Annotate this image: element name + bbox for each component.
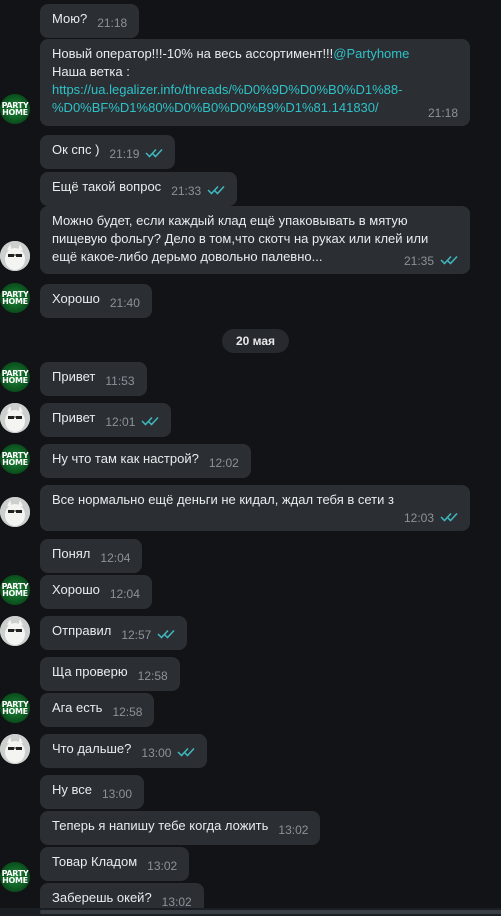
chat-window: Мою? 21:18 PARTY HOME Новый оператор!!!-1… (0, 0, 501, 916)
message-text: Новый оператор!!!-10% на весь ассортимен… (52, 46, 334, 61)
message-bubble[interactable]: Ну что там как настрой? 12:02 (40, 444, 251, 478)
message-text: Ну что там как настрой? (52, 451, 199, 466)
message-text: Все нормально ещё деньги не кидал, ждал … (52, 492, 394, 507)
message-time: 12:04 (100, 551, 131, 565)
message-bubble[interactable]: Новый оператор!!!-10% на весь ассортимен… (40, 39, 470, 126)
avatar-cat[interactable] (0, 241, 30, 271)
scrollbar-thumb[interactable] (40, 910, 501, 914)
message-text: Теперь я напишу тебе когда ложить (52, 818, 269, 833)
message-bubble[interactable]: Все нормально ещё деньги не кидал, ждал … (40, 485, 470, 531)
message-text: Понял (52, 546, 91, 561)
read-check-icon (177, 747, 195, 757)
message-bubble[interactable]: Хорошо 21:40 (40, 284, 152, 318)
message-time: 21:33 (171, 184, 202, 198)
message-time: 12:01 (105, 415, 136, 429)
message-text: Ещё такой вопрос (52, 179, 162, 194)
date-separator: 20 мая (222, 329, 289, 353)
message-text: Привет (52, 369, 96, 384)
message-bubble[interactable]: Отправил 12:57 (40, 616, 188, 650)
message-time: 13:02 (147, 859, 178, 873)
read-check-icon (157, 629, 175, 639)
message-text: Хорошо (52, 291, 100, 306)
message-bubble[interactable]: Хорошо 12:04 (40, 575, 152, 609)
avatar-partyhome[interactable]: PARTY HOME (0, 693, 30, 723)
cat-icon (0, 616, 30, 646)
message-time: 11:53 (105, 374, 135, 388)
avatar-logo-text: HOME (2, 376, 28, 385)
message-time: 13:00 (141, 746, 172, 760)
message-bubble[interactable]: Привет 11:53 (40, 362, 147, 396)
avatar-partyhome[interactable]: PARTY HOME (0, 362, 30, 392)
avatar-partyhome[interactable]: PARTY HOME (0, 94, 30, 124)
message-text: Хорошо (52, 582, 100, 597)
message-time: 21:18 (427, 106, 458, 120)
message-time: 12:03 (403, 511, 434, 525)
avatar-logo-text: HOME (2, 108, 28, 117)
avatar-cat[interactable] (0, 734, 30, 764)
message-time: 12:04 (109, 587, 140, 601)
cat-icon (0, 497, 30, 527)
message-bubble[interactable]: Ну все 13:00 (40, 775, 145, 809)
message-bubble[interactable]: Ща проверю 12:58 (40, 657, 180, 691)
avatar-partyhome[interactable]: PARTY HOME (0, 283, 30, 313)
message-bubble[interactable]: Ещё такой вопрос 21:33 (40, 172, 238, 206)
avatar-logo-text: HOME (2, 458, 28, 467)
avatar-cat[interactable] (0, 616, 30, 646)
avatar-logo-text: HOME (2, 707, 28, 716)
avatar-logo-text: HOME (2, 297, 28, 306)
message-bubble[interactable]: Товар Кладом 13:02 (40, 847, 190, 881)
read-check-icon (145, 148, 163, 158)
message-time: 12:57 (121, 628, 152, 642)
avatar-cat[interactable] (0, 497, 30, 527)
message-text: пищевую фольгу? Дело в том,что скотч на … (52, 231, 429, 246)
message-bubble[interactable]: Ага есть 12:58 (40, 693, 155, 727)
message-text: Отправил (52, 623, 112, 638)
message-time: 21:40 (109, 296, 140, 310)
read-check-icon (207, 185, 225, 195)
read-check-icon (141, 416, 159, 426)
message-time: 21:18 (97, 16, 128, 30)
message-text: Заберешь окей? (52, 890, 152, 905)
message-text: Товар Кладом (52, 854, 138, 869)
message-time: 12:58 (112, 705, 143, 719)
message-text: Ну все (52, 782, 92, 797)
message-text: Что дальше? (52, 741, 132, 756)
avatar-logo-text: HOME (2, 589, 28, 598)
message-bubble[interactable]: Мою? 21:18 (40, 4, 140, 38)
message-text: Ща проверю (52, 664, 128, 679)
avatar-partyhome[interactable]: PARTY HOME (0, 444, 30, 474)
message-time: 21:19 (109, 147, 140, 161)
message-time: 13:00 (102, 787, 133, 801)
message-time: 12:02 (208, 456, 239, 470)
message-bubble[interactable]: Можно будет, если каждый клад ещё упаков… (40, 206, 470, 274)
message-text: Наша ветка : (52, 64, 130, 79)
message-time: 13:02 (278, 823, 309, 837)
cat-icon (0, 734, 30, 764)
cat-icon (0, 241, 30, 271)
message-text: Мою? (52, 11, 88, 26)
thread-link[interactable]: %D0%BF%D1%80%D0%B0%D0%B9%D1%81.141830/ (52, 99, 458, 117)
message-text: ещё какое-либо дерьмо довольно палевно..… (52, 249, 323, 264)
read-check-icon (440, 512, 458, 522)
message-time: 12:58 (137, 669, 168, 683)
avatar-partyhome[interactable]: PARTY HOME (0, 575, 30, 605)
message-time: 21:35 (403, 254, 434, 268)
message-bubble[interactable]: Понял 12:04 (40, 539, 143, 573)
message-text: Привет (52, 410, 96, 425)
mention-link[interactable]: @Partyhome (333, 46, 409, 61)
avatar-cat[interactable] (0, 403, 30, 433)
message-text: Ага есть (52, 700, 103, 715)
avatar-partyhome[interactable]: PARTY HOME (0, 862, 30, 892)
avatar-logo-text: HOME (2, 876, 28, 885)
message-text: Можно будет, если каждый клад ещё упаков… (52, 213, 408, 228)
thread-link[interactable]: https://ua.legalizer.info/threads/%D0%9D… (52, 81, 458, 99)
read-check-icon (440, 255, 458, 265)
message-bubble[interactable]: Ок спс ) 21:19 (40, 135, 176, 169)
message-bubble[interactable]: Что дальше? 13:00 (40, 734, 208, 768)
horizontal-scrollbar[interactable] (0, 908, 501, 916)
message-bubble[interactable]: Привет 12:01 (40, 403, 172, 437)
message-text: Ок спс ) (52, 142, 100, 157)
message-bubble[interactable]: Теперь я напишу тебе когда ложить 13:02 (40, 811, 321, 845)
cat-icon (0, 403, 30, 433)
